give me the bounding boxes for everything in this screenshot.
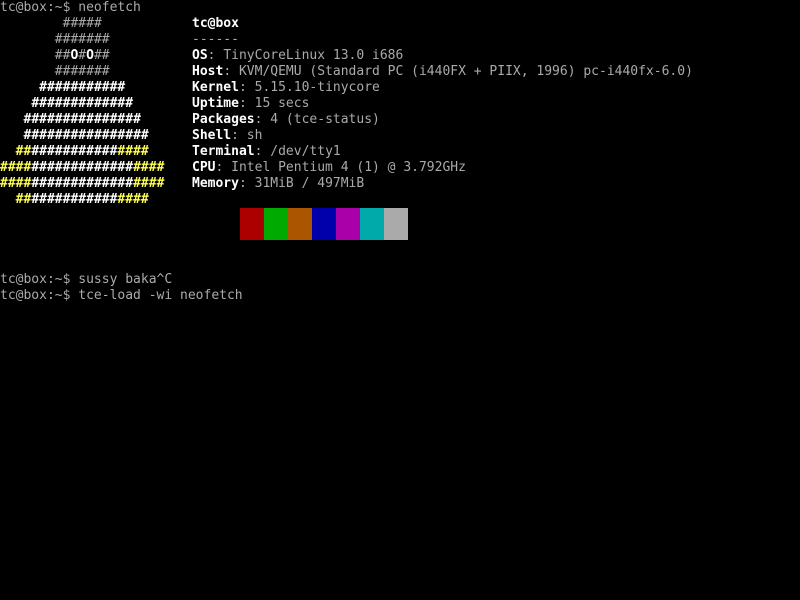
logo-line: ####### xyxy=(54,64,110,79)
info-key: Host xyxy=(192,64,224,79)
logo-line: ############### xyxy=(23,112,141,127)
logo-line: ####### xyxy=(54,32,110,47)
logo-line: ##### xyxy=(62,16,102,31)
info-colon: : xyxy=(231,128,247,143)
info-row: Host: KVM/QEMU (Standard PC (i440FX + PI… xyxy=(192,64,693,80)
logo-line: ################ xyxy=(23,128,149,143)
info-value: KVM/QEMU (Standard PC (i440FX + PIIX, 19… xyxy=(238,64,693,79)
command-line-sussy: tc@box:~$ sussy baka^C xyxy=(0,272,173,287)
info-row: Shell: sh xyxy=(192,128,693,144)
info-key: Shell xyxy=(192,128,232,143)
color-swatch xyxy=(240,208,264,240)
color-swatch xyxy=(360,208,384,240)
info-value: 15 secs xyxy=(254,96,310,111)
logo-line: ########### xyxy=(39,80,126,95)
info-value: TinyCoreLinux 13.0 i686 xyxy=(223,48,404,63)
info-key: Kernel xyxy=(192,80,239,95)
info-colon: : xyxy=(223,64,239,79)
system-info-block: tc@box ------ OS: TinyCoreLinux 13.0 i68… xyxy=(192,16,693,192)
color-swatch xyxy=(336,208,360,240)
info-key: OS xyxy=(192,48,208,63)
info-row: Kernel: 5.15.10-tinycore xyxy=(192,80,693,96)
info-value: sh xyxy=(246,128,263,143)
info-colon: : xyxy=(238,80,255,95)
info-value: 4 (tce-status) xyxy=(270,112,380,127)
logo-line: ##################### xyxy=(0,176,165,191)
info-title-line: tc@box xyxy=(192,16,693,32)
info-value: Intel Pentium 4 (1) @ 3.792GHz xyxy=(231,160,466,175)
info-colon: : xyxy=(207,48,224,63)
info-row: Uptime: 15 secs xyxy=(192,96,693,112)
logo-line: ############# xyxy=(31,96,134,111)
info-row: CPU: Intel Pentium 4 (1) @ 3.792GHz xyxy=(192,160,693,176)
info-row: Terminal: /dev/tty1 xyxy=(192,144,693,160)
color-palette xyxy=(216,208,408,240)
info-rows: OS: TinyCoreLinux 13.0 i686 Host: KVM/QEM… xyxy=(192,48,693,192)
info-colon: : xyxy=(215,160,232,175)
info-separator-line: ------ xyxy=(192,32,693,48)
info-key: CPU xyxy=(192,160,216,175)
terminal-screen[interactable]: tc@box:~$ neofetch ##### ####### ##O#O##… xyxy=(0,0,800,600)
command-line-tce-load: tc@box:~$ tce-load -wi neofetch xyxy=(0,288,243,303)
info-value: /dev/tty1 xyxy=(270,144,341,159)
color-swatch xyxy=(384,208,408,240)
first-command-line: tc@box:~$ neofetch xyxy=(0,0,141,15)
info-colon: : xyxy=(254,144,271,159)
info-key: Memory xyxy=(192,176,239,191)
info-row: Memory: 31MiB / 497MiB xyxy=(192,176,693,192)
color-swatch xyxy=(288,208,312,240)
info-value: 5.15.10-tinycore xyxy=(254,80,380,95)
logo-line: ################# xyxy=(15,144,149,159)
info-title-user: tc@box xyxy=(192,16,239,31)
info-row: OS: TinyCoreLinux 13.0 i686 xyxy=(192,48,693,64)
info-value: 31MiB / 497MiB xyxy=(254,176,365,191)
info-colon: : xyxy=(238,176,255,191)
info-key: Packages xyxy=(192,112,255,127)
info-colon: : xyxy=(254,112,271,127)
neofetch-ascii-logo: ##### ####### ##O#O## ####### ##########… xyxy=(0,16,164,208)
logo-line: ##O#O## xyxy=(54,48,110,63)
info-key: Uptime xyxy=(192,96,239,111)
color-swatch xyxy=(312,208,336,240)
info-row: Packages: 4 (tce-status) xyxy=(192,112,693,128)
color-swatch xyxy=(264,208,288,240)
color-swatch xyxy=(216,208,240,240)
info-title-separator: ------ xyxy=(192,32,239,47)
logo-line: ################# xyxy=(15,192,149,207)
info-key: Terminal xyxy=(192,144,255,159)
info-colon: : xyxy=(238,96,255,111)
logo-line: ##################### xyxy=(0,160,165,175)
